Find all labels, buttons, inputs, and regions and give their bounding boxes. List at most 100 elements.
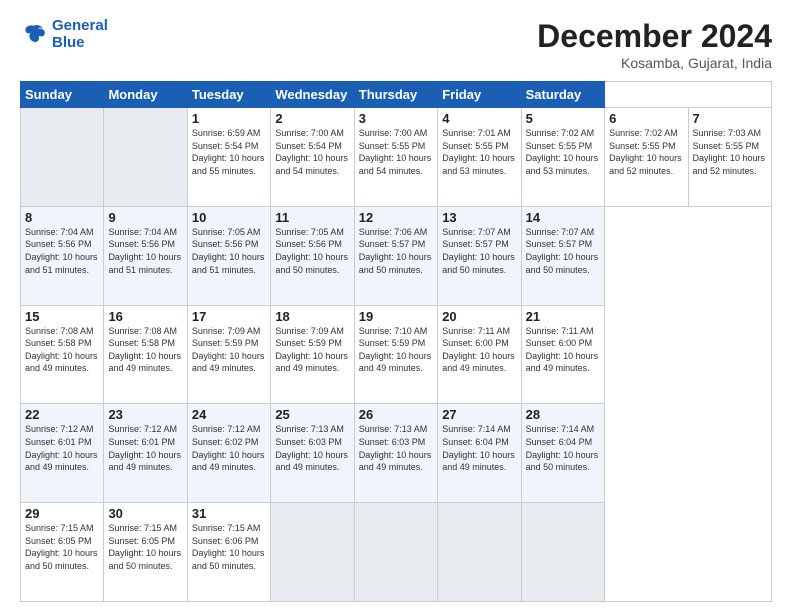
day-info: Sunrise: 7:01 AMSunset: 5:55 PMDaylight:… xyxy=(442,127,516,177)
weekday-header-friday: Friday xyxy=(438,82,521,108)
calendar-cell: 6Sunrise: 7:02 AMSunset: 5:55 PMDaylight… xyxy=(605,108,688,207)
day-number: 23 xyxy=(108,407,182,422)
day-info: Sunrise: 7:08 AMSunset: 5:58 PMDaylight:… xyxy=(108,325,182,375)
day-info: Sunrise: 7:06 AMSunset: 5:57 PMDaylight:… xyxy=(359,226,433,276)
day-info: Sunrise: 7:13 AMSunset: 6:03 PMDaylight:… xyxy=(275,423,349,473)
calendar-cell: 17Sunrise: 7:09 AMSunset: 5:59 PMDayligh… xyxy=(187,305,270,404)
day-number: 11 xyxy=(275,210,349,225)
day-info: Sunrise: 7:11 AMSunset: 6:00 PMDaylight:… xyxy=(442,325,516,375)
calendar-cell: 21Sunrise: 7:11 AMSunset: 6:00 PMDayligh… xyxy=(521,305,604,404)
weekday-header-sunday: Sunday xyxy=(21,82,104,108)
calendar-cell: 5Sunrise: 7:02 AMSunset: 5:55 PMDaylight… xyxy=(521,108,604,207)
day-info: Sunrise: 7:09 AMSunset: 5:59 PMDaylight:… xyxy=(275,325,349,375)
day-info: Sunrise: 7:14 AMSunset: 6:04 PMDaylight:… xyxy=(526,423,600,473)
logo-icon xyxy=(20,21,48,49)
day-info: Sunrise: 7:15 AMSunset: 6:05 PMDaylight:… xyxy=(25,522,99,572)
calendar-cell: 16Sunrise: 7:08 AMSunset: 5:58 PMDayligh… xyxy=(104,305,187,404)
day-number: 16 xyxy=(108,309,182,324)
calendar-cell: 11Sunrise: 7:05 AMSunset: 5:56 PMDayligh… xyxy=(271,206,354,305)
day-number: 24 xyxy=(192,407,266,422)
logo-line1: General xyxy=(52,17,108,34)
calendar-cell: 26Sunrise: 7:13 AMSunset: 6:03 PMDayligh… xyxy=(354,404,437,503)
calendar-cell: 10Sunrise: 7:05 AMSunset: 5:56 PMDayligh… xyxy=(187,206,270,305)
day-number: 18 xyxy=(275,309,349,324)
day-number: 15 xyxy=(25,309,99,324)
day-number: 29 xyxy=(25,506,99,521)
calendar-cell: 4Sunrise: 7:01 AMSunset: 5:55 PMDaylight… xyxy=(438,108,521,207)
calendar-cell xyxy=(354,503,437,602)
day-info: Sunrise: 7:04 AMSunset: 5:56 PMDaylight:… xyxy=(108,226,182,276)
calendar-cell: 19Sunrise: 7:10 AMSunset: 5:59 PMDayligh… xyxy=(354,305,437,404)
day-info: Sunrise: 7:15 AMSunset: 6:06 PMDaylight:… xyxy=(192,522,266,572)
day-info: Sunrise: 7:05 AMSunset: 5:56 PMDaylight:… xyxy=(275,226,349,276)
day-number: 6 xyxy=(609,111,683,126)
day-number: 5 xyxy=(526,111,600,126)
calendar-cell xyxy=(438,503,521,602)
calendar-cell xyxy=(521,503,604,602)
day-info: Sunrise: 7:02 AMSunset: 5:55 PMDaylight:… xyxy=(609,127,683,177)
day-info: Sunrise: 7:14 AMSunset: 6:04 PMDaylight:… xyxy=(442,423,516,473)
day-number: 3 xyxy=(359,111,433,126)
calendar-cell: 8Sunrise: 7:04 AMSunset: 5:56 PMDaylight… xyxy=(21,206,104,305)
calendar-cell: 1Sunrise: 6:59 AMSunset: 5:54 PMDaylight… xyxy=(187,108,270,207)
day-number: 10 xyxy=(192,210,266,225)
header: General Blue December 2024 Kosamba, Guja… xyxy=(20,18,772,71)
calendar-cell: 22Sunrise: 7:12 AMSunset: 6:01 PMDayligh… xyxy=(21,404,104,503)
calendar-cell: 29Sunrise: 7:15 AMSunset: 6:05 PMDayligh… xyxy=(21,503,104,602)
day-number: 17 xyxy=(192,309,266,324)
day-info: Sunrise: 7:05 AMSunset: 5:56 PMDaylight:… xyxy=(192,226,266,276)
calendar-cell xyxy=(271,503,354,602)
weekday-header-saturday: Saturday xyxy=(521,82,604,108)
calendar-cell: 27Sunrise: 7:14 AMSunset: 6:04 PMDayligh… xyxy=(438,404,521,503)
calendar-cell: 14Sunrise: 7:07 AMSunset: 5:57 PMDayligh… xyxy=(521,206,604,305)
calendar-cell: 3Sunrise: 7:00 AMSunset: 5:55 PMDaylight… xyxy=(354,108,437,207)
day-number: 13 xyxy=(442,210,516,225)
title-block: December 2024 Kosamba, Gujarat, India xyxy=(537,18,772,71)
day-info: Sunrise: 7:12 AMSunset: 6:01 PMDaylight:… xyxy=(25,423,99,473)
calendar-cell: 31Sunrise: 7:15 AMSunset: 6:06 PMDayligh… xyxy=(187,503,270,602)
calendar-cell-empty xyxy=(21,108,104,207)
day-number: 27 xyxy=(442,407,516,422)
day-number: 21 xyxy=(526,309,600,324)
day-info: Sunrise: 7:11 AMSunset: 6:00 PMDaylight:… xyxy=(526,325,600,375)
calendar-cell: 30Sunrise: 7:15 AMSunset: 6:05 PMDayligh… xyxy=(104,503,187,602)
day-number: 19 xyxy=(359,309,433,324)
calendar-cell: 12Sunrise: 7:06 AMSunset: 5:57 PMDayligh… xyxy=(354,206,437,305)
weekday-header-tuesday: Tuesday xyxy=(187,82,270,108)
calendar-cell: 9Sunrise: 7:04 AMSunset: 5:56 PMDaylight… xyxy=(104,206,187,305)
calendar-cell: 13Sunrise: 7:07 AMSunset: 5:57 PMDayligh… xyxy=(438,206,521,305)
calendar-cell: 24Sunrise: 7:12 AMSunset: 6:02 PMDayligh… xyxy=(187,404,270,503)
day-number: 30 xyxy=(108,506,182,521)
day-number: 31 xyxy=(192,506,266,521)
day-number: 28 xyxy=(526,407,600,422)
day-number: 20 xyxy=(442,309,516,324)
day-info: Sunrise: 7:00 AMSunset: 5:55 PMDaylight:… xyxy=(359,127,433,177)
day-info: Sunrise: 7:07 AMSunset: 5:57 PMDaylight:… xyxy=(526,226,600,276)
weekday-header-wednesday: Wednesday xyxy=(271,82,354,108)
day-number: 2 xyxy=(275,111,349,126)
day-info: Sunrise: 6:59 AMSunset: 5:54 PMDaylight:… xyxy=(192,127,266,177)
day-number: 9 xyxy=(108,210,182,225)
location: Kosamba, Gujarat, India xyxy=(537,55,772,71)
day-number: 7 xyxy=(693,111,768,126)
day-info: Sunrise: 7:02 AMSunset: 5:55 PMDaylight:… xyxy=(526,127,600,177)
day-number: 26 xyxy=(359,407,433,422)
logo: General Blue xyxy=(20,18,108,51)
month-title: December 2024 xyxy=(537,18,772,55)
logo-line2: Blue xyxy=(52,34,85,51)
page: General Blue December 2024 Kosamba, Guja… xyxy=(0,0,792,612)
logo-text: General Blue xyxy=(52,18,108,51)
day-number: 12 xyxy=(359,210,433,225)
day-info: Sunrise: 7:12 AMSunset: 6:02 PMDaylight:… xyxy=(192,423,266,473)
day-number: 4 xyxy=(442,111,516,126)
day-info: Sunrise: 7:04 AMSunset: 5:56 PMDaylight:… xyxy=(25,226,99,276)
weekday-header-thursday: Thursday xyxy=(354,82,437,108)
calendar-cell: 25Sunrise: 7:13 AMSunset: 6:03 PMDayligh… xyxy=(271,404,354,503)
day-info: Sunrise: 7:08 AMSunset: 5:58 PMDaylight:… xyxy=(25,325,99,375)
day-number: 1 xyxy=(192,111,266,126)
day-info: Sunrise: 7:12 AMSunset: 6:01 PMDaylight:… xyxy=(108,423,182,473)
calendar-cell: 2Sunrise: 7:00 AMSunset: 5:54 PMDaylight… xyxy=(271,108,354,207)
day-info: Sunrise: 7:15 AMSunset: 6:05 PMDaylight:… xyxy=(108,522,182,572)
calendar-cell: 15Sunrise: 7:08 AMSunset: 5:58 PMDayligh… xyxy=(21,305,104,404)
day-info: Sunrise: 7:07 AMSunset: 5:57 PMDaylight:… xyxy=(442,226,516,276)
